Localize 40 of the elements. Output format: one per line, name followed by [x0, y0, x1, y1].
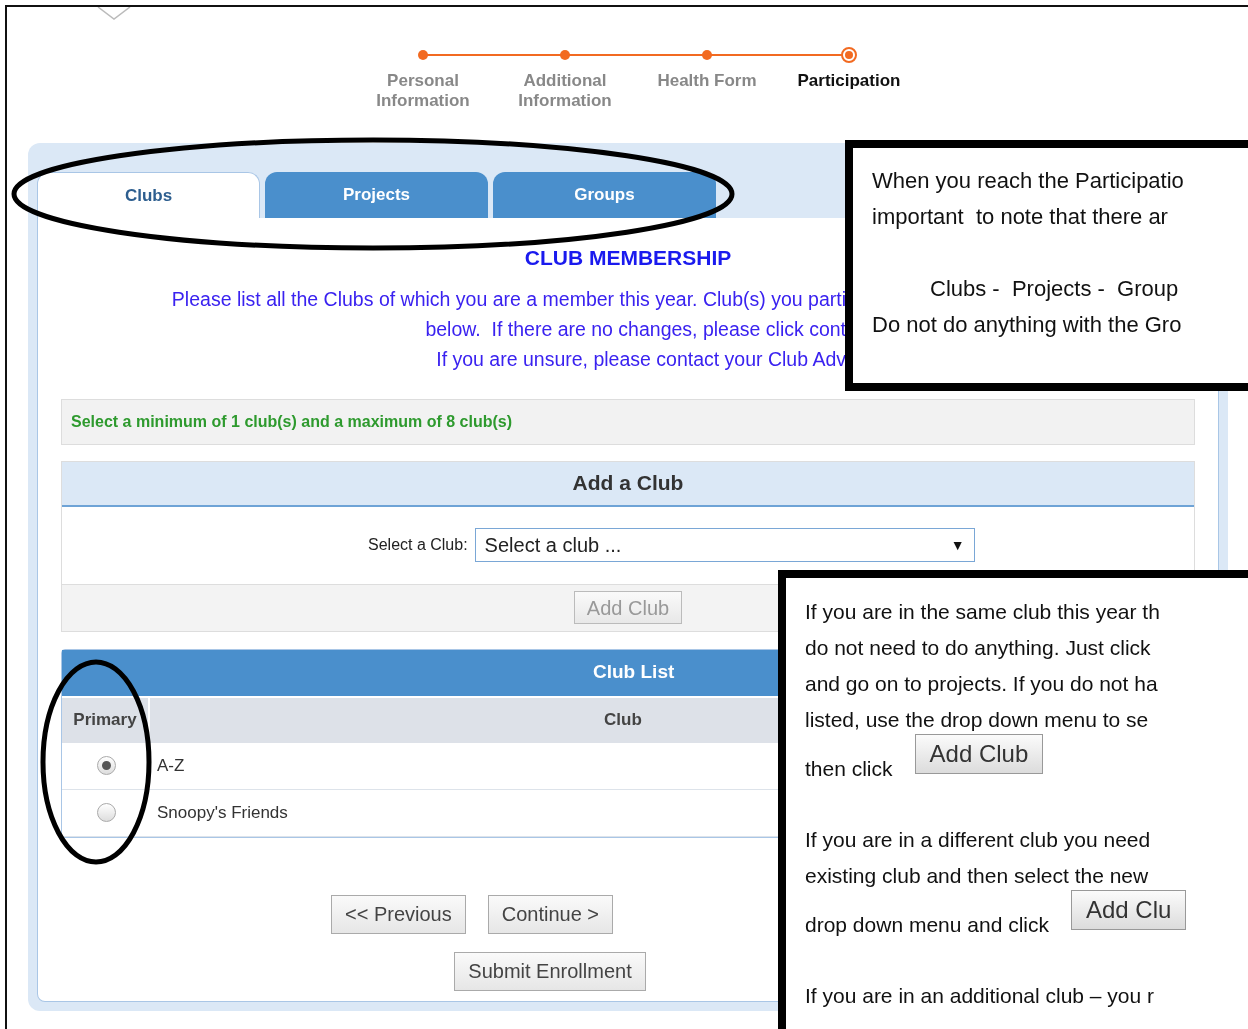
- chevron-icon: [97, 7, 131, 21]
- callout-text: and go on to projects. If you do not ha: [805, 671, 1158, 698]
- column-header: Primary: [62, 697, 150, 743]
- step-label[interactable]: Participation: [789, 71, 909, 91]
- callout-text: When you reach the Participatio: [872, 166, 1184, 195]
- submit-button[interactable]: Submit Enrollment: [454, 951, 646, 991]
- radio-button[interactable]: [96, 803, 116, 822]
- callout-text: If you are in the same club this year th: [805, 599, 1160, 626]
- selection-note: Select a minimum of 1 club(s) and a maximum of 8 club(s): [61, 398, 1195, 445]
- callout-text: important to note that there ar: [872, 202, 1168, 231]
- table-title: Club List: [593, 660, 675, 685]
- callout-text: do not need to do anything. Just click: [805, 635, 1151, 662]
- callout-text: listed, use the drop down menu to se: [805, 707, 1149, 734]
- field-label: Select a Club:: [368, 535, 468, 555]
- previous-button[interactable]: << Previous: [331, 894, 466, 934]
- callout-text: existing club and then select the new: [805, 863, 1149, 890]
- step-label[interactable]: Personal Information: [363, 71, 483, 111]
- callout-text: If you are in a different club you need: [805, 827, 1151, 854]
- dropdown-arrow: ▼: [950, 535, 965, 555]
- instruction-text: Please list all the Clubs of which you are a member this year. Club(s) you parti: [171, 286, 846, 312]
- continue-button[interactable]: Continue >: [487, 894, 613, 934]
- callout-text: If you are in an additional club – you r: [805, 983, 1155, 1010]
- callout-text: drop down menu and click: [805, 911, 1049, 938]
- callout-text: then click: [805, 755, 893, 782]
- instruction-text: below. If there are no changes, please click cont: [425, 316, 846, 342]
- radio-button[interactable]: [96, 756, 116, 775]
- panel-title: Add a Club: [572, 470, 684, 497]
- callout-text: Clubs - Projects - Group: [930, 274, 1179, 303]
- table-cell-text: Snoopy's Friends: [156, 801, 288, 824]
- instruction-text: If you are unsure, please contact your Club Adv: [436, 346, 846, 372]
- tab[interactable]: Projects: [265, 172, 488, 218]
- column-header: Club: [604, 709, 642, 732]
- club-select[interactable]: Select a club ... ▼: [474, 528, 975, 562]
- tab[interactable]: Clubs: [37, 172, 260, 218]
- table-cell-text: A-Z: [156, 754, 185, 777]
- tab[interactable]: Groups: [493, 172, 716, 218]
- section-title: CLUB MEMBERSHIP: [523, 245, 733, 271]
- step-label[interactable]: Health Form: [647, 71, 767, 91]
- step-label[interactable]: Additional Information: [505, 71, 625, 111]
- callout-text: Do not do anything with the Gro: [872, 310, 1182, 339]
